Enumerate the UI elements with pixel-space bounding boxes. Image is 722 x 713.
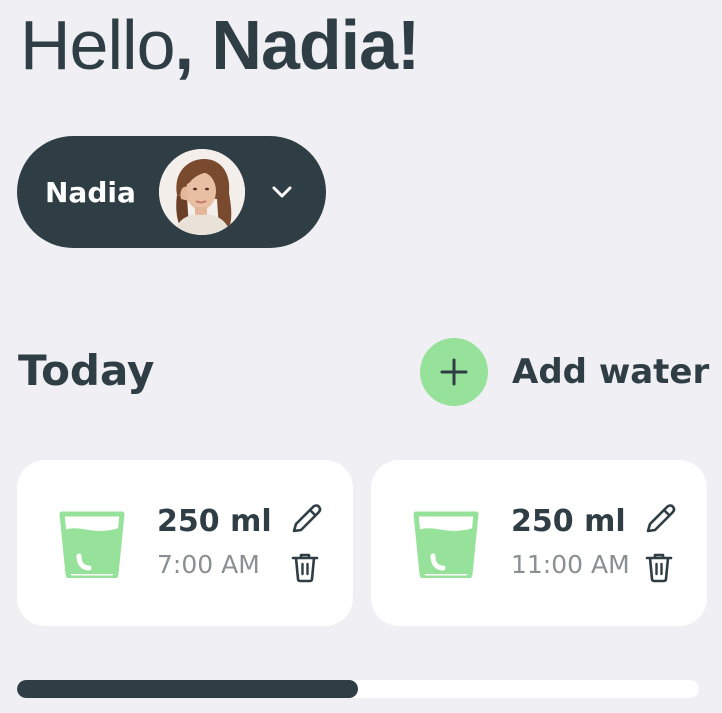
greeting-hello: Hello [20,6,176,84]
chevron-down-icon[interactable] [269,179,295,205]
entry-time: 7:00 AM [157,550,260,579]
daily-progress-fill [17,680,358,698]
pencil-icon[interactable] [643,502,677,536]
entry-amount: 250 ml [157,504,272,539]
pencil-icon[interactable] [289,502,323,536]
avatar [159,149,245,235]
greeting-name: , Nadia! [174,6,421,84]
daily-progress-bar [17,680,699,698]
avatar-image [159,149,245,235]
plus-icon[interactable] [420,338,488,406]
water-glass-icon [59,511,125,578]
entry-time: 11:00 AM [511,550,630,579]
user-selector[interactable]: Nadia [17,136,326,248]
water-entry-card: 250 ml 7:00 AM [17,460,353,626]
entry-amount: 250 ml [511,504,626,539]
trash-icon[interactable] [644,551,674,583]
greeting-heading: Hello, Nadia! [20,10,420,80]
add-water-button[interactable]: Add water [420,338,709,406]
water-entries-list: 250 ml 7:00 AM 250 ml 11:00 AM [17,460,707,626]
section-title-today: Today [18,346,155,395]
water-glass-icon [413,511,479,578]
add-water-label: Add water [512,352,710,392]
water-entry-card: 250 ml 11:00 AM [371,460,707,626]
user-name: Nadia [45,175,136,209]
trash-icon[interactable] [290,551,320,583]
